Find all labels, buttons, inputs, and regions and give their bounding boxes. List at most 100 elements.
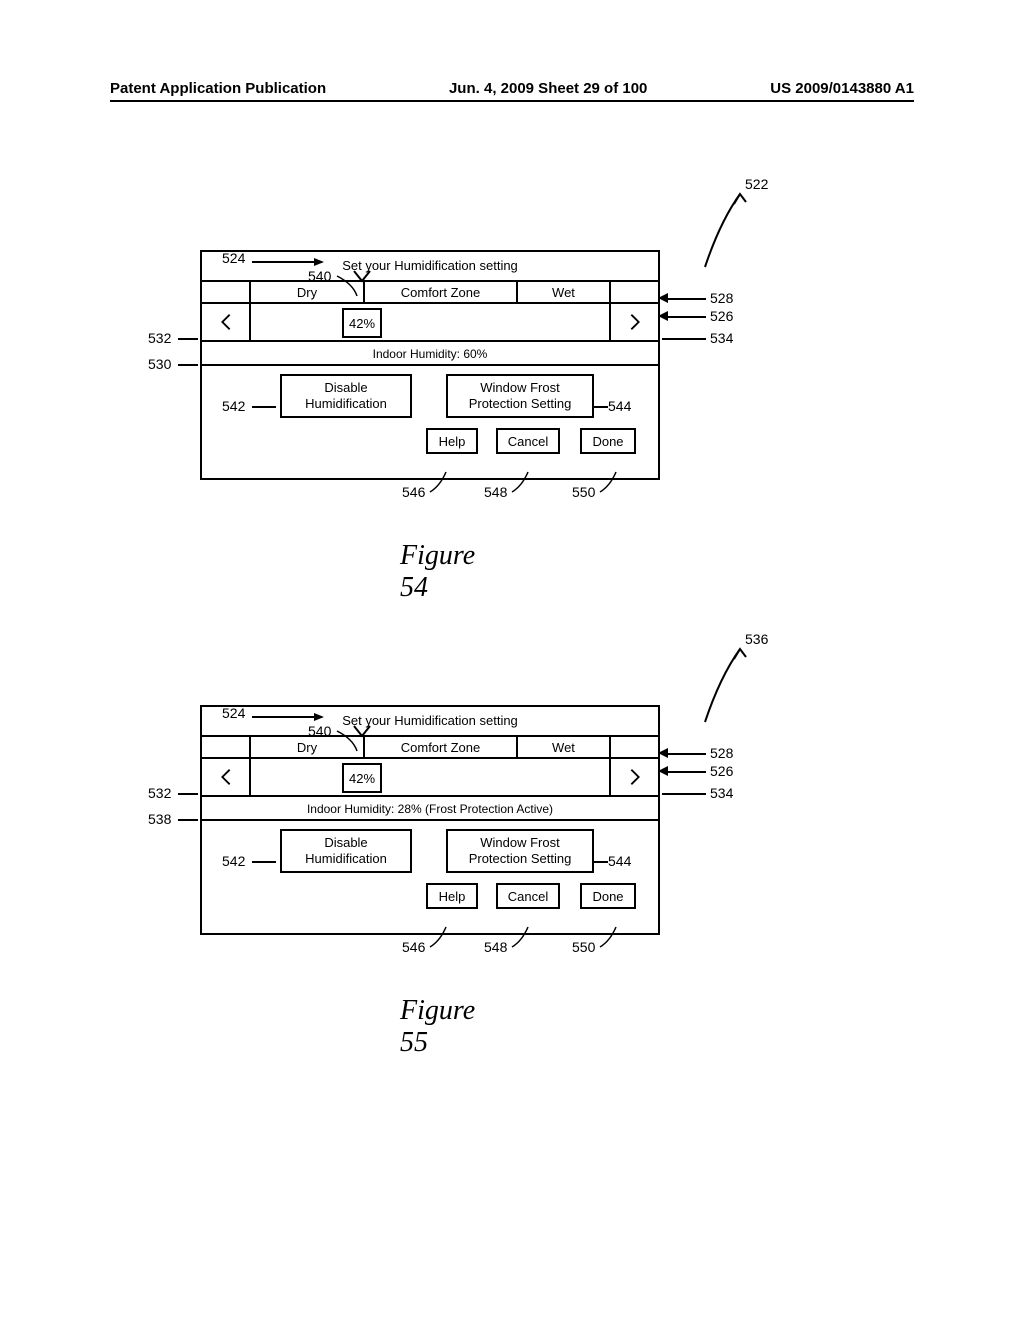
ref-548: 548 bbox=[484, 484, 507, 500]
leader-536 bbox=[700, 637, 760, 737]
header-row: Patent Application Publication Jun. 4, 2… bbox=[110, 80, 914, 97]
ref-540: 540 bbox=[308, 723, 331, 739]
indoor-humidity-label: Indoor Humidity: 60% bbox=[202, 342, 658, 366]
ref-548: 548 bbox=[484, 939, 507, 955]
arrow-526 bbox=[656, 311, 668, 321]
header-left: Patent Application Publication bbox=[110, 80, 326, 97]
cancel-button[interactable]: Cancel bbox=[496, 428, 560, 454]
ref-526: 526 bbox=[710, 763, 733, 779]
device-frame-55: Set your Humidification setting Dry Comf… bbox=[200, 705, 660, 935]
zone-spacer-right bbox=[609, 282, 658, 302]
device-frame-54: Set your Humidification setting Dry Comf… bbox=[200, 250, 660, 480]
ref-546: 546 bbox=[402, 484, 425, 500]
zone-spacer-right bbox=[609, 737, 658, 757]
ref-544: 544 bbox=[608, 398, 631, 414]
frost-protection-button[interactable]: Window Frost Protection Setting bbox=[446, 374, 594, 418]
done-button[interactable]: Done bbox=[580, 883, 636, 909]
ref-538: 538 bbox=[148, 811, 171, 827]
leader-526 bbox=[662, 316, 706, 318]
cancel-button[interactable]: Cancel bbox=[496, 883, 560, 909]
mid-buttons: Disable Humidification Window Frost Prot… bbox=[202, 366, 658, 426]
ref-542: 542 bbox=[222, 853, 245, 869]
slider-row[interactable]: 42% bbox=[202, 302, 658, 342]
disable-humidification-button[interactable]: Disable Humidification bbox=[280, 829, 412, 873]
zone-spacer-left bbox=[202, 282, 251, 302]
leader-542-55 bbox=[252, 861, 276, 863]
zone-labels: Dry Comfort Zone Wet bbox=[202, 735, 658, 757]
chevron-right-icon bbox=[624, 766, 646, 788]
arrow-528-55 bbox=[656, 748, 668, 758]
ref-530: 530 bbox=[148, 356, 171, 372]
zone-labels: Dry Comfort Zone Wet bbox=[202, 280, 658, 302]
chevron-left-icon bbox=[215, 311, 237, 333]
done-button[interactable]: Done bbox=[580, 428, 636, 454]
leader-524 bbox=[252, 256, 332, 268]
help-button[interactable]: Help bbox=[426, 883, 478, 909]
ref-544: 544 bbox=[608, 853, 631, 869]
header-rule bbox=[110, 100, 914, 102]
ref-532: 532 bbox=[148, 785, 171, 801]
ref-524: 524 bbox=[222, 705, 245, 721]
mid-buttons: Disable Humidification Window Frost Prot… bbox=[202, 821, 658, 881]
leader-532 bbox=[178, 338, 198, 340]
leader-530 bbox=[178, 364, 198, 366]
indoor-humidity-label: Indoor Humidity: 28% (Frost Protection A… bbox=[202, 797, 658, 821]
leader-534-55 bbox=[662, 793, 706, 795]
frost-protection-button[interactable]: Window Frost Protection Setting bbox=[446, 829, 594, 873]
zone-wet-label: Wet bbox=[518, 737, 609, 759]
slider-row[interactable]: 42% bbox=[202, 757, 658, 797]
leader-542 bbox=[252, 406, 276, 408]
disable-humidification-button[interactable]: Disable Humidification bbox=[280, 374, 412, 418]
ref-528: 528 bbox=[710, 745, 733, 761]
page: Patent Application Publication Jun. 4, 2… bbox=[0, 0, 1024, 1320]
ref-524: 524 bbox=[222, 250, 245, 266]
chevron-left-icon bbox=[215, 766, 237, 788]
decrease-button[interactable] bbox=[202, 759, 251, 795]
leader-534 bbox=[662, 338, 706, 340]
ref-536: 536 bbox=[745, 631, 768, 647]
zone-comfort-label: Comfort Zone bbox=[363, 737, 518, 759]
leader-524-55 bbox=[252, 711, 332, 723]
zone-dry-label: Dry bbox=[251, 737, 363, 759]
help-button[interactable]: Help bbox=[426, 428, 478, 454]
zone-comfort-label: Comfort Zone bbox=[363, 282, 518, 304]
ref-546: 546 bbox=[402, 939, 425, 955]
arrow-528 bbox=[656, 293, 668, 303]
slider-pointer-icon bbox=[352, 724, 372, 740]
leader-544-55 bbox=[594, 861, 608, 863]
leader-528-55 bbox=[662, 753, 706, 755]
ref-542: 542 bbox=[222, 398, 245, 414]
ref-534: 534 bbox=[710, 785, 733, 801]
bottom-buttons: Help Cancel Done bbox=[202, 881, 658, 921]
header-right: US 2009/0143880 A1 bbox=[770, 80, 914, 97]
increase-button[interactable] bbox=[609, 759, 658, 795]
decrease-button[interactable] bbox=[202, 304, 251, 340]
increase-button[interactable] bbox=[609, 304, 658, 340]
chevron-right-icon bbox=[624, 311, 646, 333]
leader-532-55 bbox=[178, 793, 198, 795]
ref-528: 528 bbox=[710, 290, 733, 306]
ref-550: 550 bbox=[572, 939, 595, 955]
bottom-buttons: Help Cancel Done bbox=[202, 426, 658, 466]
header-center: Jun. 4, 2009 Sheet 29 of 100 bbox=[449, 80, 647, 97]
arrow-526-55 bbox=[656, 766, 668, 776]
ref-532: 532 bbox=[148, 330, 171, 346]
ref-550: 550 bbox=[572, 484, 595, 500]
zone-spacer-left bbox=[202, 737, 251, 757]
ref-522: 522 bbox=[745, 176, 768, 192]
figure-54-caption: Figure 54 bbox=[400, 540, 475, 604]
leader-538 bbox=[178, 819, 198, 821]
leader-544 bbox=[594, 406, 608, 408]
ref-526: 526 bbox=[710, 308, 733, 324]
humidity-value[interactable]: 42% bbox=[342, 763, 382, 793]
ref-540: 540 bbox=[308, 268, 331, 284]
zone-wet-label: Wet bbox=[518, 282, 609, 304]
leader-528 bbox=[662, 298, 706, 300]
zone-dry-label: Dry bbox=[251, 282, 363, 304]
figure-55-caption: Figure 55 bbox=[400, 995, 475, 1059]
leader-522 bbox=[700, 182, 760, 282]
ref-534: 534 bbox=[710, 330, 733, 346]
slider-pointer-icon bbox=[352, 269, 372, 285]
humidity-value[interactable]: 42% bbox=[342, 308, 382, 338]
leader-526-55 bbox=[662, 771, 706, 773]
